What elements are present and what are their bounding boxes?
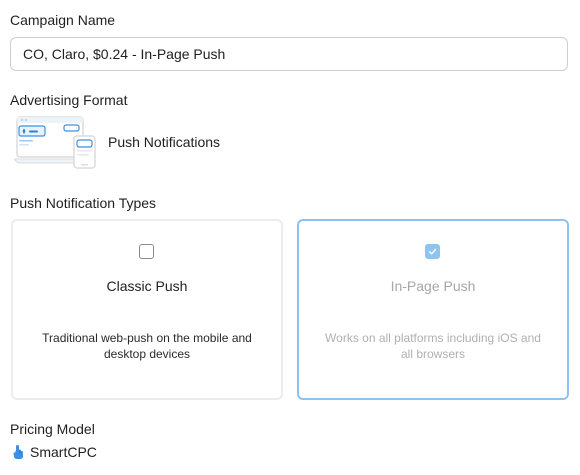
pricing-model-value: SmartCPC [30,444,97,460]
campaign-name-input[interactable] [10,37,568,71]
advertising-format-option: Push Notifications [14,114,220,170]
classic-push-checkbox[interactable] [139,244,154,259]
classic-push-card[interactable]: Classic Push Traditional web-push on the… [11,219,283,400]
checkmark-icon [428,248,437,255]
classic-push-description: Traditional web-push on the mobile and d… [42,331,252,361]
in-page-push-checkbox[interactable] [425,244,440,259]
campaign-name-label: Campaign Name [10,12,116,28]
push-notification-types-label: Push Notification Types [10,195,157,211]
campaign-settings-form: Campaign Name Advertising Format Push [0,0,580,475]
push-notifications-illustration-icon [14,116,96,169]
advertising-format-value: Push Notifications [108,134,221,150]
pricing-model-label: Pricing Model [10,421,95,437]
pricing-model-option: SmartCPC [12,444,97,460]
in-page-push-description: Works on all platforms including iOS and… [325,331,541,361]
advertising-format-label: Advertising Format [10,92,128,108]
in-page-push-card[interactable]: In-Page Push Works on all platforms incl… [297,219,569,400]
classic-push-title: Classic Push [106,278,188,294]
in-page-push-title: In-Page Push [390,278,476,294]
pointer-hand-icon [13,445,23,459]
